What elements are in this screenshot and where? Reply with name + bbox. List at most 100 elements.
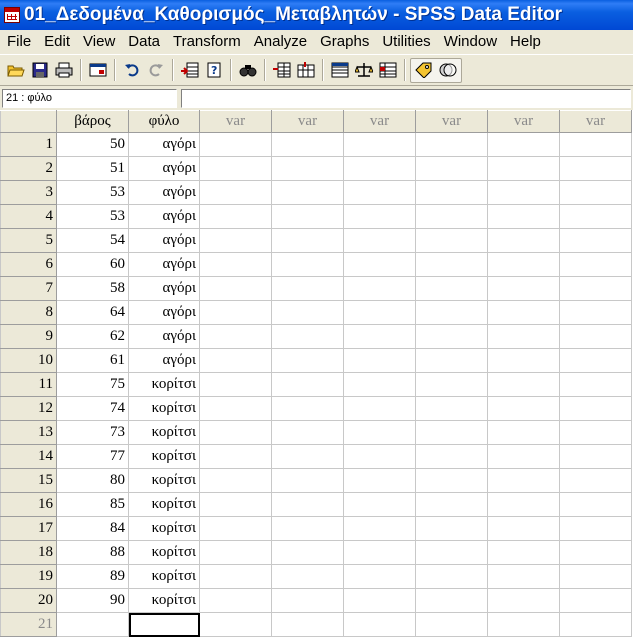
menu-analyze[interactable]: Analyze bbox=[248, 33, 314, 50]
cell-var[interactable] bbox=[271, 324, 344, 349]
cell-gender[interactable]: κορίτσι bbox=[128, 540, 200, 565]
column-header-var[interactable]: var bbox=[559, 110, 632, 133]
cell-var[interactable] bbox=[343, 204, 416, 229]
cell-weight[interactable] bbox=[56, 612, 129, 637]
cell-var[interactable] bbox=[487, 348, 560, 373]
cell-var[interactable] bbox=[199, 396, 272, 421]
row-number[interactable]: 14 bbox=[0, 444, 57, 469]
select-cases-icon[interactable] bbox=[376, 59, 399, 82]
cell-var[interactable] bbox=[487, 540, 560, 565]
cell-var[interactable] bbox=[271, 444, 344, 469]
cell-var[interactable] bbox=[487, 612, 560, 637]
cell-weight[interactable]: 61 bbox=[56, 348, 129, 373]
cell-var[interactable] bbox=[343, 612, 416, 637]
cell-var[interactable] bbox=[343, 540, 416, 565]
menu-data[interactable]: Data bbox=[122, 33, 167, 50]
column-header-var[interactable]: var bbox=[271, 110, 344, 133]
cell-var[interactable] bbox=[415, 276, 488, 301]
cell-var[interactable] bbox=[343, 420, 416, 445]
row-number[interactable]: 4 bbox=[0, 204, 57, 229]
cell-var[interactable] bbox=[199, 180, 272, 205]
cell-var[interactable] bbox=[271, 540, 344, 565]
cell-weight[interactable]: 54 bbox=[56, 228, 129, 253]
cell-var[interactable] bbox=[415, 396, 488, 421]
cell-var[interactable] bbox=[559, 612, 632, 637]
column-header-gender[interactable]: φύλο bbox=[128, 110, 200, 133]
cell-var[interactable] bbox=[271, 612, 344, 637]
cell-var[interactable] bbox=[415, 300, 488, 325]
row-number[interactable]: 5 bbox=[0, 228, 57, 253]
cell-gender[interactable]: αγόρι bbox=[128, 324, 200, 349]
cell-var[interactable] bbox=[487, 228, 560, 253]
row-number[interactable]: 2 bbox=[0, 156, 57, 181]
open-icon[interactable] bbox=[4, 59, 27, 82]
cell-var[interactable] bbox=[415, 492, 488, 517]
row-number[interactable]: 1 bbox=[0, 132, 57, 157]
cell-weight[interactable]: 50 bbox=[56, 132, 129, 157]
cell-var[interactable] bbox=[343, 516, 416, 541]
insert-case-icon[interactable] bbox=[270, 59, 293, 82]
undo-icon[interactable] bbox=[120, 59, 143, 82]
cell-weight[interactable]: 53 bbox=[56, 180, 129, 205]
cell-gender[interactable]: αγόρι bbox=[128, 132, 200, 157]
cell-var[interactable] bbox=[487, 204, 560, 229]
row-number[interactable]: 18 bbox=[0, 540, 57, 565]
cell-var[interactable] bbox=[559, 540, 632, 565]
cell-var[interactable] bbox=[487, 396, 560, 421]
redo-icon[interactable] bbox=[144, 59, 167, 82]
cell-var[interactable] bbox=[199, 300, 272, 325]
cell-gender[interactable]: κορίτσι bbox=[128, 588, 200, 613]
cell-var[interactable] bbox=[415, 132, 488, 157]
cell-gender[interactable]: κορίτσι bbox=[128, 564, 200, 589]
menu-edit[interactable]: Edit bbox=[38, 33, 77, 50]
column-header-weight[interactable]: βάρος bbox=[56, 110, 129, 133]
row-number[interactable]: 7 bbox=[0, 276, 57, 301]
cell-var[interactable] bbox=[559, 276, 632, 301]
row-number[interactable]: 19 bbox=[0, 564, 57, 589]
cell-var[interactable] bbox=[559, 156, 632, 181]
cell-var[interactable] bbox=[343, 228, 416, 253]
menu-file[interactable]: File bbox=[0, 33, 38, 50]
row-number[interactable]: 12 bbox=[0, 396, 57, 421]
column-header-var[interactable]: var bbox=[199, 110, 272, 133]
row-number[interactable]: 16 bbox=[0, 492, 57, 517]
cell-weight[interactable]: 53 bbox=[56, 204, 129, 229]
cell-var[interactable] bbox=[415, 420, 488, 445]
cell-weight[interactable]: 77 bbox=[56, 444, 129, 469]
cell-gender[interactable]: αγόρι bbox=[128, 228, 200, 253]
column-header-var[interactable]: var bbox=[343, 110, 416, 133]
menu-transform[interactable]: Transform bbox=[167, 33, 248, 50]
cell-var[interactable] bbox=[415, 540, 488, 565]
cell-var[interactable] bbox=[487, 516, 560, 541]
cell-var[interactable] bbox=[415, 444, 488, 469]
weight-cases-icon[interactable] bbox=[352, 59, 375, 82]
cell-var[interactable] bbox=[487, 420, 560, 445]
cell-var[interactable] bbox=[199, 132, 272, 157]
dialog-recall-icon[interactable] bbox=[86, 59, 109, 82]
cell-var[interactable] bbox=[271, 204, 344, 229]
cell-var[interactable] bbox=[199, 420, 272, 445]
cell-var[interactable] bbox=[271, 156, 344, 181]
cell-var[interactable] bbox=[199, 156, 272, 181]
cell-var[interactable] bbox=[343, 156, 416, 181]
row-number[interactable]: 6 bbox=[0, 252, 57, 277]
cell-var[interactable] bbox=[487, 156, 560, 181]
use-sets-icon[interactable] bbox=[436, 59, 459, 82]
cell-var[interactable] bbox=[199, 444, 272, 469]
menu-help[interactable]: Help bbox=[504, 33, 548, 50]
cell-var[interactable] bbox=[415, 348, 488, 373]
row-number[interactable]: 13 bbox=[0, 420, 57, 445]
cell-gender[interactable]: κορίτσι bbox=[128, 492, 200, 517]
cell-weight[interactable]: 51 bbox=[56, 156, 129, 181]
cell-weight[interactable]: 62 bbox=[56, 324, 129, 349]
insert-variable-icon[interactable] bbox=[294, 59, 317, 82]
cell-var[interactable] bbox=[199, 516, 272, 541]
cell-weight[interactable]: 85 bbox=[56, 492, 129, 517]
cell-var[interactable] bbox=[343, 444, 416, 469]
cell-weight[interactable]: 64 bbox=[56, 300, 129, 325]
cell-var[interactable] bbox=[559, 372, 632, 397]
cell-var[interactable] bbox=[271, 396, 344, 421]
cell-var[interactable] bbox=[343, 252, 416, 277]
cell-var[interactable] bbox=[343, 396, 416, 421]
cell-var[interactable] bbox=[271, 492, 344, 517]
